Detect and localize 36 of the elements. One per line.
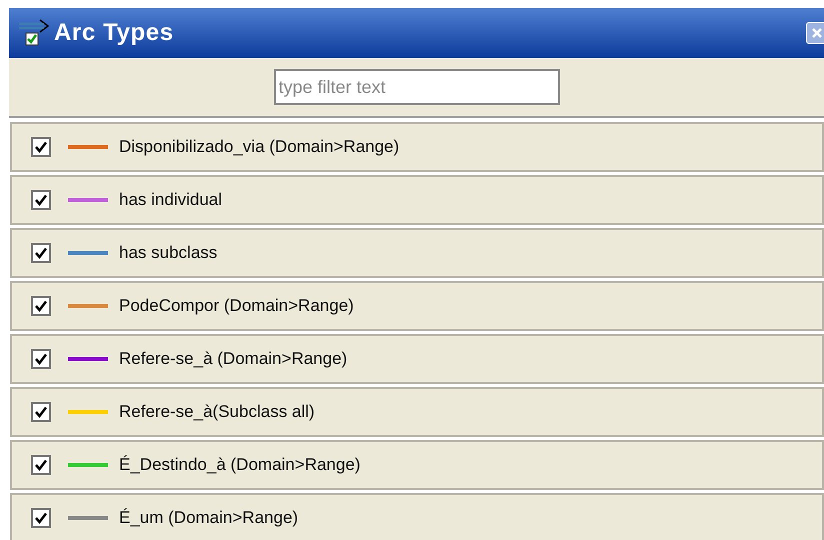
- arc-type-label: Refere-se_à(Subclass all): [119, 401, 315, 424]
- check-icon: [35, 247, 47, 259]
- checkbox[interactable]: [31, 455, 51, 475]
- arc-type-row[interactable]: Refere-se_à(Subclass all): [10, 387, 824, 437]
- checkbox[interactable]: [31, 137, 51, 157]
- checkbox[interactable]: [31, 190, 51, 210]
- checkbox[interactable]: [31, 349, 51, 369]
- arc-type-label: has individual: [119, 189, 222, 212]
- checkbox[interactable]: [31, 402, 51, 422]
- arc-type-label: Disponibilizado_via (Domain>Range): [119, 136, 400, 158]
- checkbox[interactable]: [31, 243, 51, 263]
- window-title: Arc Types: [54, 18, 174, 48]
- check-icon: [35, 459, 47, 471]
- arc-type-label: É_um (Domain>Range): [119, 507, 298, 530]
- check-icon: [35, 141, 47, 153]
- arc-type-label: PodeCompor (Domain>Range): [119, 295, 354, 318]
- arc-type-row[interactable]: has subclass: [10, 228, 824, 278]
- arc-type-label: Refere-se_à (Domain>Range): [119, 348, 348, 370]
- arc-type-row[interactable]: Disponibilizado_via (Domain>Range): [10, 122, 824, 172]
- arc-type-row[interactable]: Refere-se_à (Domain>Range): [10, 334, 824, 384]
- close-icon: [812, 28, 822, 38]
- arc-type-row[interactable]: has individual: [10, 175, 824, 225]
- checkbox[interactable]: [31, 296, 51, 316]
- checklist-arrow-icon: [18, 19, 50, 47]
- filter-field[interactable]: type filter text: [274, 69, 560, 105]
- check-icon: [35, 300, 47, 312]
- arc-type-label: has subclass: [119, 242, 218, 264]
- check-icon: [35, 406, 47, 418]
- arc-type-row[interactable]: É_um (Domain>Range): [10, 493, 824, 540]
- check-icon: [35, 194, 47, 206]
- arc-type-row[interactable]: É_Destindo_à (Domain>Range): [10, 440, 824, 490]
- arc-type-label: É_Destindo_à (Domain>Range): [119, 454, 360, 476]
- check-icon: [35, 353, 47, 365]
- checkbox[interactable]: [31, 508, 51, 528]
- arc-type-row[interactable]: PodeCompor (Domain>Range): [10, 281, 824, 331]
- check-icon: [35, 512, 47, 524]
